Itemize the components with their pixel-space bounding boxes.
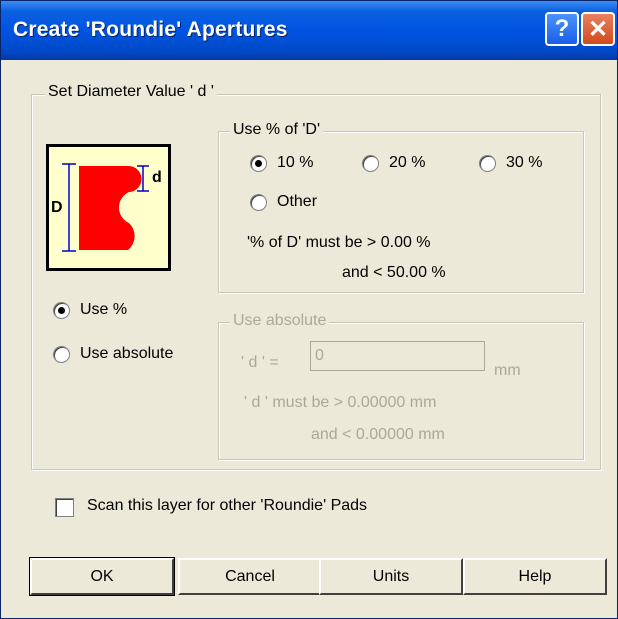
diameter-group-label: Set Diameter Value ' d ' xyxy=(45,83,217,101)
close-button[interactable]: ✕ xyxy=(581,12,615,46)
absolute-constraint-min: ' d ' must be > 0.00000 mm xyxy=(244,394,437,411)
help-button[interactable]: Help xyxy=(463,558,607,595)
absolute-group-label: Use absolute xyxy=(230,312,330,330)
use-percent-radio[interactable]: Use % xyxy=(53,301,127,319)
roundie-illustration: D d xyxy=(46,144,171,271)
percent-other-radio[interactable]: Other xyxy=(250,193,317,211)
percent-other-label: Other xyxy=(277,193,318,210)
use-percent-label: Use % xyxy=(80,301,128,318)
percent-20-label: 20 % xyxy=(389,154,426,171)
percent-constraint-max: and < 50.00 % xyxy=(342,264,446,281)
radio-unchecked-icon xyxy=(250,193,267,211)
radio-unchecked-icon xyxy=(362,154,379,172)
scan-layer-label: Scan this layer for other 'Roundie' Pads xyxy=(87,497,368,514)
label-D: D xyxy=(51,199,63,216)
units-button[interactable]: Units xyxy=(319,558,463,595)
radio-unchecked-icon xyxy=(53,345,70,363)
label-d: d xyxy=(152,169,162,186)
scan-layer-checkbox[interactable] xyxy=(55,498,74,517)
title-bar[interactable]: Create 'Roundie' Apertures ? ✕ xyxy=(1,1,617,60)
percent-20-radio[interactable]: 20 % xyxy=(362,154,425,172)
use-absolute-label: Use absolute xyxy=(80,345,174,362)
radio-checked-icon xyxy=(250,154,267,172)
percent-10-label: 10 % xyxy=(277,154,314,171)
absolute-constraint-max: and < 0.00000 mm xyxy=(311,426,445,443)
percent-constraint-min: '% of D' must be > 0.00 % xyxy=(247,234,431,251)
use-absolute-radio[interactable]: Use absolute xyxy=(53,345,173,363)
window-title: Create 'Roundie' Apertures xyxy=(13,18,288,41)
absolute-unit-label: mm xyxy=(494,362,521,379)
help-title-button[interactable]: ? xyxy=(545,12,579,46)
dialog-window: Create 'Roundie' Apertures ? ✕ Set Diame… xyxy=(0,0,618,619)
percent-10-radio[interactable]: 10 % xyxy=(250,154,313,172)
percent-30-radio[interactable]: 30 % xyxy=(479,154,542,172)
cancel-button[interactable]: Cancel xyxy=(178,558,322,595)
radio-unchecked-icon xyxy=(479,154,496,172)
percent-group-label: Use % of 'D' xyxy=(230,121,324,139)
radio-checked-icon xyxy=(53,301,70,319)
percent-30-label: 30 % xyxy=(506,154,543,171)
absolute-d-input[interactable] xyxy=(310,341,485,371)
absolute-field-label: ' d ' = xyxy=(241,354,279,371)
ok-button[interactable]: OK xyxy=(29,557,175,596)
